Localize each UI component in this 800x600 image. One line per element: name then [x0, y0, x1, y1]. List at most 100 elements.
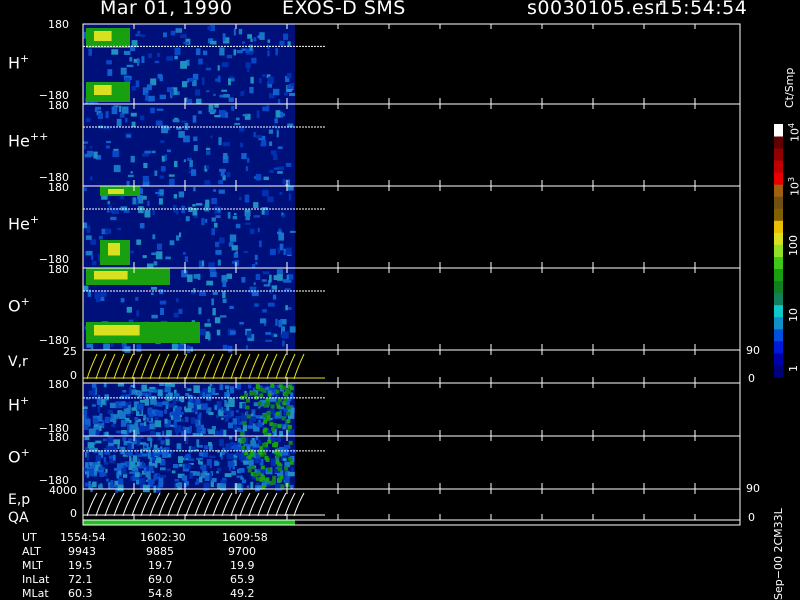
- panel-he-plusplus-pixel: [183, 159, 186, 163]
- ephem-ut-3: 1609:58: [222, 531, 268, 544]
- panel-he-plusplus-pixel: [140, 115, 145, 121]
- colorbar-segment: [774, 208, 783, 221]
- panel-o-plus-pixel: [151, 314, 158, 319]
- panel-he-plusplus-pixel: [84, 153, 92, 158]
- panel-o-plus-2-pixel: [208, 442, 212, 446]
- panel-he-plus-pixel: [178, 191, 185, 198]
- panel-he-plus-pixel: [152, 234, 156, 240]
- panel-o-plus-2-pixel: [160, 440, 165, 445]
- panel-he-plus-pixel: [257, 227, 260, 233]
- panel-o-plus-pixel: [241, 277, 246, 283]
- panel-o-plus-pixel: [282, 340, 285, 347]
- panel-o-plus-2-pixel: [89, 462, 93, 466]
- panel-he-plus-pixel: [147, 263, 154, 268]
- panel-he-plus-pixel: [243, 250, 249, 254]
- panel-o-plus-2-pixel: [219, 439, 224, 447]
- panel-vr-curve: [95, 353, 107, 380]
- panel-he-plus-pixel: [253, 215, 260, 218]
- panel-o-plus-2-pixel: [199, 452, 204, 457]
- panel-h-plus-2-pixel-green: [272, 423, 277, 427]
- panel-o-plus-2-pixel-green: [260, 475, 265, 479]
- panel-o-plus-2-pixel-green: [265, 457, 270, 462]
- panel-h-plus-2-pixel-green: [270, 383, 275, 388]
- panel-vr-curve: [122, 353, 134, 380]
- panel-o-plus-pixel: [86, 343, 93, 348]
- panel-he-plus-pixel: [85, 250, 93, 256]
- qa-bar: [83, 520, 295, 525]
- panel-o-plus-2-pixel-green: [288, 440, 293, 445]
- panel-he-plusplus-pixel: [126, 134, 131, 138]
- panel-he-plusplus-pixel: [273, 167, 279, 170]
- panel-o-plus-2-pixel: [222, 447, 225, 456]
- panel-he-plus-pixel: [235, 251, 238, 254]
- panel-o-plus-2-pixel: [188, 458, 195, 461]
- panel-h-plus-2-pixel: [250, 413, 254, 417]
- panel-he-plusplus-pixel: [218, 180, 224, 185]
- panel-o-plus-2-pixel: [88, 481, 91, 489]
- panel-o-plus-pixel: [284, 280, 292, 283]
- panel-ep-curve: [140, 492, 152, 517]
- panel-o-plus-pixel: [210, 271, 217, 278]
- panel-h-plus-2-pixel-green: [266, 401, 271, 406]
- panel-h-plus-2-pixel: [101, 399, 106, 405]
- panel-h-plus-pixel: [137, 58, 140, 66]
- panel-o-plus-2-pixel: [171, 470, 176, 474]
- panel-he-plus-pixel: [142, 255, 147, 259]
- panel-h-plus-2-pixel: [130, 385, 134, 388]
- panel-h-plus-pixel: [192, 73, 199, 80]
- panel-h-plus-2-pixel: [131, 407, 137, 411]
- panel-o-plus-2-pixel-green: [277, 467, 282, 472]
- panel-o-plus-pixel: [199, 290, 206, 296]
- panel-o-plus-pixel: [96, 298, 100, 303]
- panel-h-plus-pixel: [154, 60, 160, 64]
- panel-he-plusplus-pixel: [206, 147, 211, 151]
- panel-o-plus-2-pixel: [129, 461, 136, 468]
- panel-h-plus-pixel: [289, 93, 296, 96]
- panel-he-plusplus-pixel: [105, 145, 110, 149]
- panel-o-plus-pixel: [216, 329, 221, 336]
- ephem-inlat-3: 65.9: [230, 573, 255, 586]
- panel-h-plus-pixel: [249, 86, 254, 94]
- panel-o-plus-2-pixel-green: [244, 451, 249, 456]
- panel-h-plus-pixel: [259, 77, 262, 84]
- panel-he-plus-pixel: [195, 203, 203, 206]
- panel-he-plus-pixel: [139, 223, 145, 229]
- panel-h-plus-2-pixel: [211, 426, 216, 430]
- panel-o-plus-2-pixel: [257, 439, 262, 444]
- panel-h-plus-2-pixel: [217, 401, 222, 409]
- panel-ep-curve: [230, 492, 242, 517]
- panel-vr-curve: [86, 353, 98, 380]
- panel-h-plus-pixel: [150, 78, 157, 86]
- panel-o-plus-2-pixel: [92, 482, 96, 485]
- panel-he-plus-pixel: [158, 198, 163, 205]
- panel-h-plus-2-pixel: [117, 383, 125, 387]
- panel-o-plus-2-pixel: [284, 461, 291, 468]
- panel-o-plus-pixel: [275, 318, 278, 326]
- panel-o-plus-pixel: [212, 292, 218, 295]
- panel-h-plus-2-pixel: [195, 419, 199, 425]
- panel-h-plus-pixel: [251, 57, 257, 64]
- panel-h-plus-pixel: [217, 65, 220, 71]
- panel-h-plus-2-pixel: [148, 417, 152, 420]
- panel-he-plusplus-pixel: [150, 107, 155, 114]
- panel-o-plus-2-pixel: [234, 442, 240, 445]
- panel-o-plus-2-pixel: [113, 454, 116, 461]
- panel-h-plus-2-pixel: [226, 389, 229, 393]
- panel-he-plus-pixel: [239, 196, 242, 201]
- ephem-mlt-1: 19.5: [68, 559, 93, 572]
- panel-h-plus-pixel: [148, 53, 153, 59]
- panel-o-plus-pixel: [204, 323, 212, 327]
- panel-o-plus-2-pixel: [288, 485, 294, 488]
- panel-o-plus-2-pixel: [250, 440, 257, 447]
- panel-h-plus-2-pixel: [193, 404, 197, 412]
- panel-o-plus-pixel: [229, 305, 234, 309]
- panel-h-plus-pixel: [198, 58, 203, 65]
- panel-h-plus-pixel: [240, 91, 245, 96]
- panel-he-plusplus-pixel: [193, 145, 198, 151]
- ephem-mlat-3: 49.2: [230, 587, 255, 600]
- panel-o-plus-2-pixel: [117, 484, 124, 492]
- panel-o-plus-pixel: [197, 273, 201, 280]
- panel-o-plus-2-pixel-green: [262, 442, 267, 447]
- panel-he-plusplus-pixel: [209, 109, 217, 113]
- panel-he-plus-pixel: [92, 260, 97, 266]
